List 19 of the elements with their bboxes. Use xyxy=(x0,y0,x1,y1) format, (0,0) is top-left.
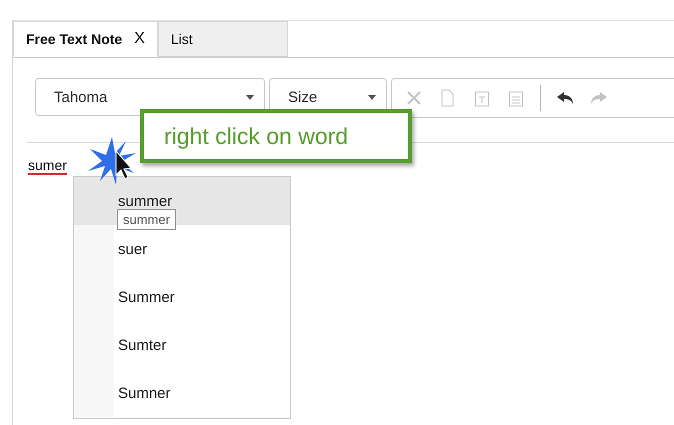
menu-item[interactable]: suer xyxy=(114,225,290,273)
menu-item[interactable]: Summer xyxy=(114,273,290,321)
caret-icon xyxy=(246,94,254,100)
menu-item[interactable]: Sumter xyxy=(114,321,290,369)
redo-icon xyxy=(590,91,608,105)
paste-icon xyxy=(474,89,490,107)
misspelled-word: sumer xyxy=(28,157,67,175)
tab[interactable]: Free Text Note X xyxy=(13,21,158,57)
menu-item[interactable]: Sumner xyxy=(114,369,290,417)
copy-icon xyxy=(440,89,456,107)
cut-icon xyxy=(406,90,422,106)
callout-tooltip: right click on word xyxy=(140,109,412,163)
caret-icon xyxy=(368,94,376,100)
tooltip: summer xyxy=(117,209,176,230)
close-icon[interactable]: X xyxy=(134,30,145,48)
paste-icon xyxy=(508,89,524,107)
undo-icon xyxy=(556,91,574,105)
tab[interactable]: List xyxy=(158,21,288,57)
font-dropdown[interactable]: Tahoma xyxy=(35,78,265,116)
